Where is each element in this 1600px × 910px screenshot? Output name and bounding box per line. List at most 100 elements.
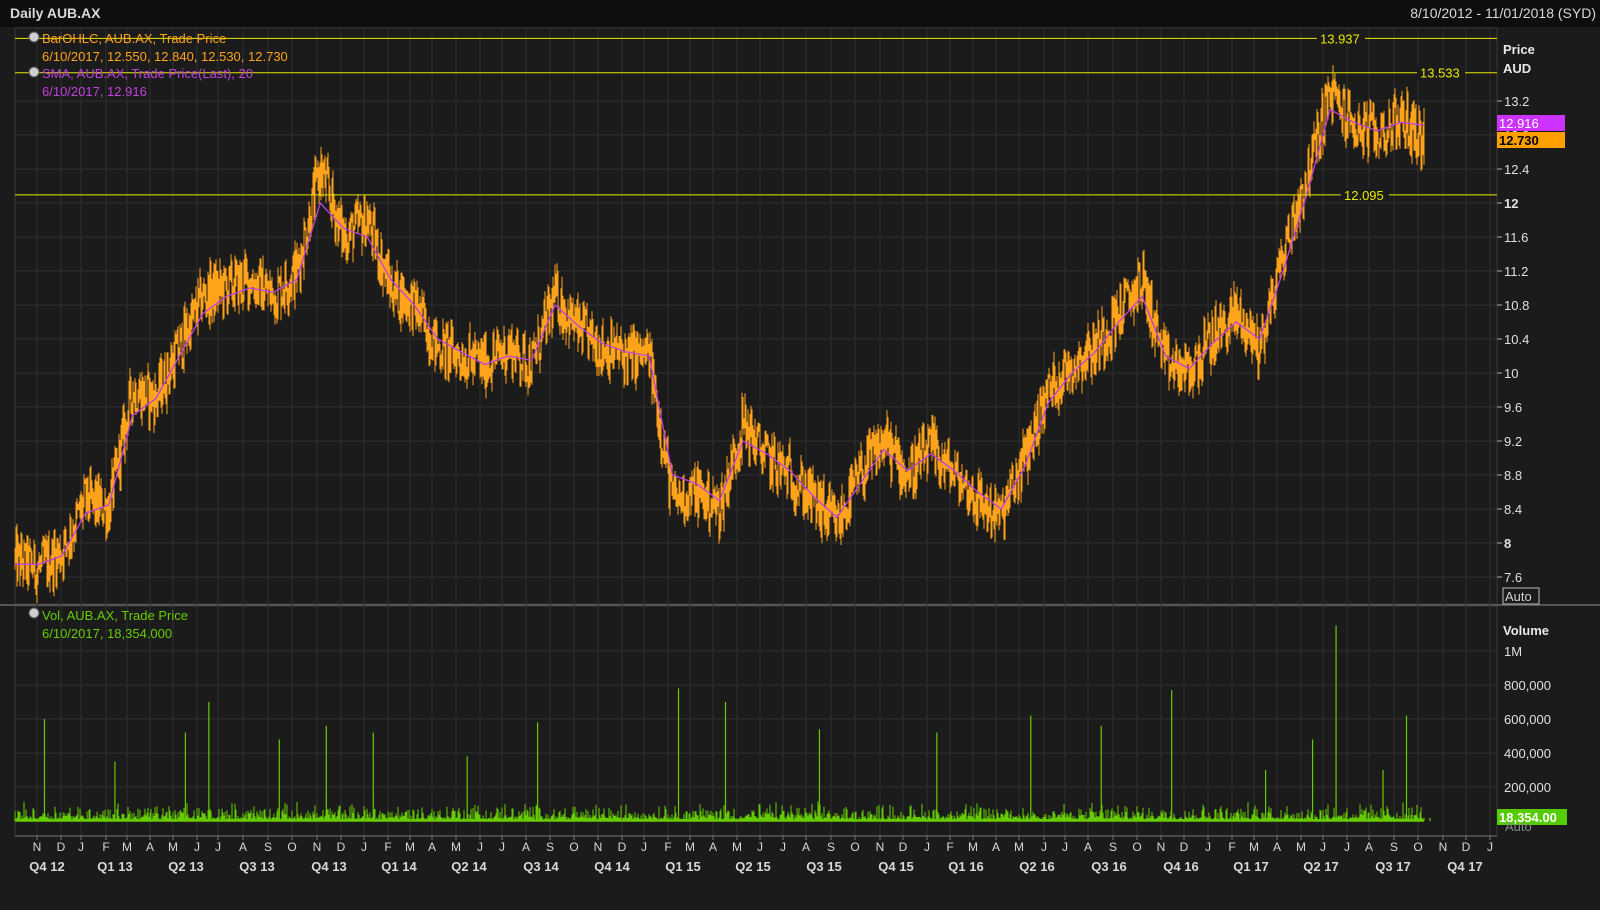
quarter-label: Q3 17: [1375, 859, 1410, 874]
month-label: M: [732, 840, 742, 854]
month-label: D: [618, 840, 627, 854]
volume-panel-frame: [14, 605, 1498, 837]
month-label: F: [102, 840, 109, 854]
quarter-label: Q1 17: [1233, 859, 1268, 874]
month-label: J: [641, 840, 647, 854]
month-label: F: [384, 840, 391, 854]
month-label: S: [546, 840, 554, 854]
legend-sma-values: 6/10/2017, 12.916: [42, 84, 147, 99]
price-tick-label: 8.4: [1504, 502, 1522, 517]
month-label: N: [1157, 840, 1166, 854]
price-volume-chart[interactable]: 13.937 13.533 12.095 7.6 8 8.4 8.8 9.2 9.6 10 10.…: [0, 0, 1600, 910]
month-label: F: [664, 840, 671, 854]
quarter-label: Q1 15: [665, 859, 700, 874]
month-label: A: [709, 840, 717, 854]
quarter-label: Q2 14: [451, 859, 487, 874]
month-label: M: [168, 840, 178, 854]
quarter-label: Q4 16: [1163, 859, 1198, 874]
month-label: O: [569, 840, 578, 854]
month-label: J: [924, 840, 930, 854]
month-label: N: [1439, 840, 1448, 854]
ohlc-bars: [14, 65, 1425, 603]
price-tick-label: 10: [1504, 366, 1518, 381]
price-axis-unit: AUD: [1503, 61, 1531, 76]
price-auto-label: Auto: [1505, 589, 1532, 604]
legend-volume-icon[interactable]: [28, 607, 40, 619]
quarter-label: Q1 14: [381, 859, 417, 874]
last-price-tag: 12.730: [1499, 133, 1539, 148]
volume-auto-label[interactable]: Auto: [1505, 819, 1532, 834]
month-label: D: [1462, 840, 1471, 854]
time-axis: NDJFMAMJJASONDJFMAMJJASONDJFMAMJJASONDJF…: [15, 835, 1497, 874]
month-label: A: [1273, 840, 1281, 854]
month-label: J: [194, 840, 200, 854]
volume-tick-label: 1M: [1504, 644, 1522, 659]
quarter-label: Q1 13: [97, 859, 132, 874]
legend-ohlc-icon[interactable]: [28, 31, 40, 43]
quarter-label: Q1 16: [948, 859, 983, 874]
price-tick-label: 11.2: [1504, 264, 1528, 279]
quarter-label: Q4 13: [311, 859, 346, 874]
price-tick-label: 13.2: [1504, 94, 1529, 109]
quarter-label: Q3 15: [806, 859, 841, 874]
month-label: O: [287, 840, 296, 854]
grid: [0, 27, 1600, 837]
volume-tick-label: 600,000: [1504, 712, 1551, 727]
chart-window: Daily AUB.AX 8/10/2012 - 11/01/2018 (SYD…: [0, 0, 1600, 910]
legend-sma-icon[interactable]: [28, 66, 40, 78]
reference-label: 12.095: [1344, 188, 1384, 203]
sma-value-tag: 12.916: [1499, 116, 1539, 131]
month-label: J: [499, 840, 505, 854]
price-tick-label: 12.4: [1504, 162, 1529, 177]
price-tick-label: 8.8: [1504, 468, 1522, 483]
month-label: J: [215, 840, 221, 854]
volume-tick-label: 400,000: [1504, 746, 1551, 761]
month-label: S: [264, 840, 272, 854]
month-label: F: [946, 840, 953, 854]
price-tick-label: 9.6: [1504, 400, 1522, 415]
legend-ohlc-values: 6/10/2017, 12.550, 12.840, 12.530, 12.73…: [42, 49, 288, 64]
month-label: S: [1109, 840, 1117, 854]
price-tick-label: 7.6: [1504, 570, 1522, 585]
month-label: O: [1132, 840, 1141, 854]
quarter-label: Q2 13: [168, 859, 203, 874]
month-label: N: [33, 840, 42, 854]
month-label: F: [1228, 840, 1235, 854]
month-label: A: [146, 840, 154, 854]
volume-axis: 200,000 400,000 600,000 800,000 1M: [1504, 644, 1551, 795]
month-label: A: [802, 840, 810, 854]
price-tick-label: 11.6: [1504, 230, 1528, 245]
volume-axis-title: Volume: [1503, 623, 1549, 638]
month-label: J: [1041, 840, 1047, 854]
month-label: A: [1084, 840, 1092, 854]
legend-volume-values: 6/10/2017, 18,354.000: [42, 626, 172, 641]
quarter-label: Q4 17: [1447, 859, 1482, 874]
month-label: J: [361, 840, 367, 854]
quarter-label: Q3 16: [1091, 859, 1126, 874]
reference-label: 13.533: [1420, 66, 1460, 81]
quarter-label: Q3 13: [239, 859, 274, 874]
month-label: S: [1390, 840, 1398, 854]
month-label: J: [1487, 840, 1493, 854]
month-label: O: [850, 840, 859, 854]
month-label: J: [1062, 840, 1068, 854]
month-label: D: [899, 840, 908, 854]
month-label: M: [968, 840, 978, 854]
month-label: A: [428, 840, 436, 854]
quarter-label: Q4 15: [878, 859, 913, 874]
volume-tick-label: 200,000: [1504, 780, 1551, 795]
price-tick-label: 10.4: [1504, 332, 1529, 347]
volume-series: [14, 625, 1431, 822]
month-label: D: [337, 840, 346, 854]
price-axis: 7.6 8 8.4 8.8 9.2 9.6 10 10.4 10.8 11.2 11.6 12 12.4…: [1497, 94, 1529, 585]
price-axis-title: Price: [1503, 42, 1535, 57]
month-label: M: [1296, 840, 1306, 854]
month-label: M: [122, 840, 132, 854]
month-label: D: [1180, 840, 1189, 854]
quarter-label: Q2 16: [1019, 859, 1054, 874]
month-label: A: [239, 840, 247, 854]
month-label: D: [57, 840, 66, 854]
price-tick-label: 10.8: [1504, 298, 1529, 313]
month-label: A: [992, 840, 1000, 854]
month-label: J: [477, 840, 483, 854]
